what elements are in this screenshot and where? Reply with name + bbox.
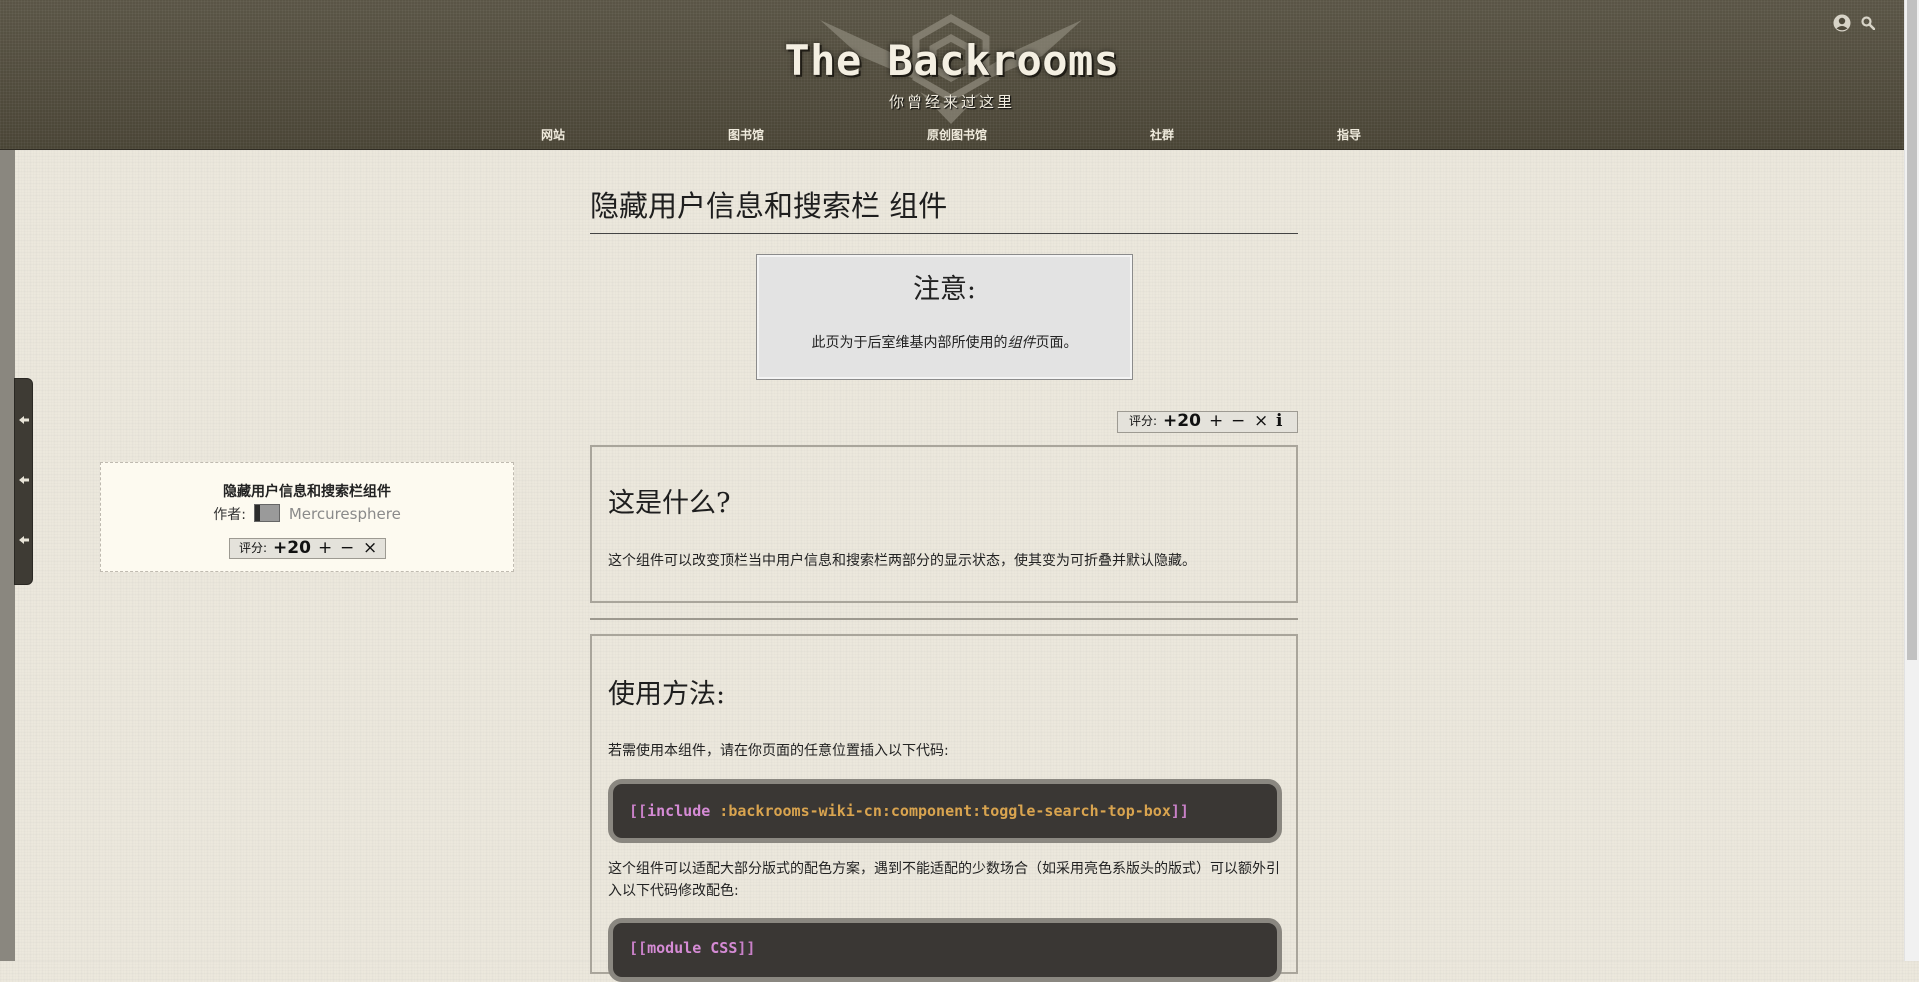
- nav-item-original-library[interactable]: 原创图书馆: [927, 126, 987, 143]
- notice-text: 此页为于后室维基内部所使用的组件页面。: [757, 332, 1132, 352]
- rate-up-button[interactable]: +: [318, 539, 332, 558]
- rate-cancel-button[interactable]: ×: [363, 539, 377, 558]
- author-label: 作者:: [213, 507, 246, 523]
- left-edge-strip: [0, 150, 15, 961]
- nav-item-site[interactable]: 网站: [541, 126, 565, 143]
- author-name-link[interactable]: Mercuresphere: [289, 505, 401, 523]
- rating-label: 评分:: [239, 541, 268, 555]
- site-title[interactable]: The Backrooms: [0, 36, 1904, 85]
- notice-heading: 注意:: [912, 274, 977, 305]
- section-divider: [590, 618, 1298, 620]
- notice-box: 注意: 此页为于后室维基内部所使用的组件页面。: [756, 254, 1133, 380]
- page-info-card: 隐藏用户信息和搜索栏组件 作者: Mercuresphere 评分: +20 +…: [100, 462, 514, 572]
- top-nav: 网站 图书馆 原创图书馆 社群 指导: [0, 126, 1904, 146]
- code-keyword: include: [647, 802, 711, 820]
- code-block-css[interactable]: [[module CSS]]: [608, 918, 1282, 982]
- code-bracket: [[: [629, 802, 648, 820]
- notice-text-before: 此页为于后室维基内部所使用的: [811, 335, 1008, 351]
- rate-up-button[interactable]: +: [1209, 412, 1223, 431]
- section-text: 这个组件可以改变顶栏当中用户信息和搜索栏两部分的显示状态，使其变为可折叠并默认隐…: [608, 553, 1196, 569]
- code-keyword: module CSS: [647, 939, 738, 957]
- side-tab-arrow-icon[interactable]: [19, 535, 29, 545]
- section-heading: 使用方法:: [608, 679, 726, 710]
- code-argument: :backrooms-wiki-cn:component:toggle-sear…: [710, 802, 1171, 820]
- code-bracket: ]]: [737, 939, 756, 957]
- site-subtitle: 你曾经来过这里: [888, 93, 1015, 111]
- notice-text-em: 组件: [1007, 335, 1036, 351]
- search-icon[interactable]: [1861, 16, 1875, 30]
- info-author-row: 作者: Mercuresphere: [101, 504, 513, 524]
- side-tab-arrow-icon[interactable]: [19, 475, 29, 485]
- notice-text-after: 页面。: [1035, 335, 1078, 351]
- code-bracket: [[: [629, 939, 648, 957]
- scrollbar-thumb[interactable]: [1907, 0, 1917, 660]
- user-icon[interactable]: [1833, 14, 1851, 32]
- page-scrollbar[interactable]: [1904, 0, 1919, 961]
- section-what-is-it: 这是什么? 这个组件可以改变顶栏当中用户信息和搜索栏两部分的显示状态，使其变为可…: [590, 445, 1298, 603]
- info-card-title: 隐藏用户信息和搜索栏组件: [223, 484, 391, 500]
- nav-item-guide[interactable]: 指导: [1337, 126, 1361, 143]
- author-avatar[interactable]: [254, 504, 281, 522]
- rating-info-button[interactable]: i: [1276, 412, 1282, 431]
- rating-score: +20: [1163, 411, 1201, 431]
- page-rating-box: 评分: +20 + − × i: [1117, 411, 1298, 433]
- code-block-include[interactable]: [[include :backrooms-wiki-cn:component:t…: [608, 779, 1282, 843]
- side-tab-arrow-icon[interactable]: [19, 415, 29, 425]
- rate-cancel-button[interactable]: ×: [1254, 412, 1268, 431]
- usage-color-text: 这个组件可以适配大部分版式的配色方案，遇到不能适配的少数场合（如采用亮色系版头的…: [608, 861, 1280, 899]
- usage-intro-text: 若需使用本组件，请在你页面的任意位置插入以下代码:: [608, 743, 949, 759]
- section-usage: 使用方法: 若需使用本组件，请在你页面的任意位置插入以下代码: [[includ…: [590, 634, 1298, 982]
- side-panel-tabs: [14, 378, 33, 585]
- nav-item-library[interactable]: 图书馆: [728, 126, 764, 143]
- rate-down-button[interactable]: −: [340, 539, 354, 558]
- section-heading: 这是什么?: [608, 488, 731, 519]
- rate-down-button[interactable]: −: [1231, 412, 1245, 431]
- nav-item-community[interactable]: 社群: [1150, 126, 1174, 143]
- rating-score: +20: [273, 538, 311, 558]
- page-title: 隐藏用户信息和搜索栏 组件: [590, 183, 1298, 234]
- code-bracket: ]]: [1170, 802, 1189, 820]
- site-header: The Backrooms 你曾经来过这里 网站 图书馆 原创图书馆 社群 指导: [0, 0, 1904, 150]
- rating-label: 评分:: [1129, 414, 1158, 428]
- info-card-rating-box: 评分: +20 + − ×: [229, 538, 386, 559]
